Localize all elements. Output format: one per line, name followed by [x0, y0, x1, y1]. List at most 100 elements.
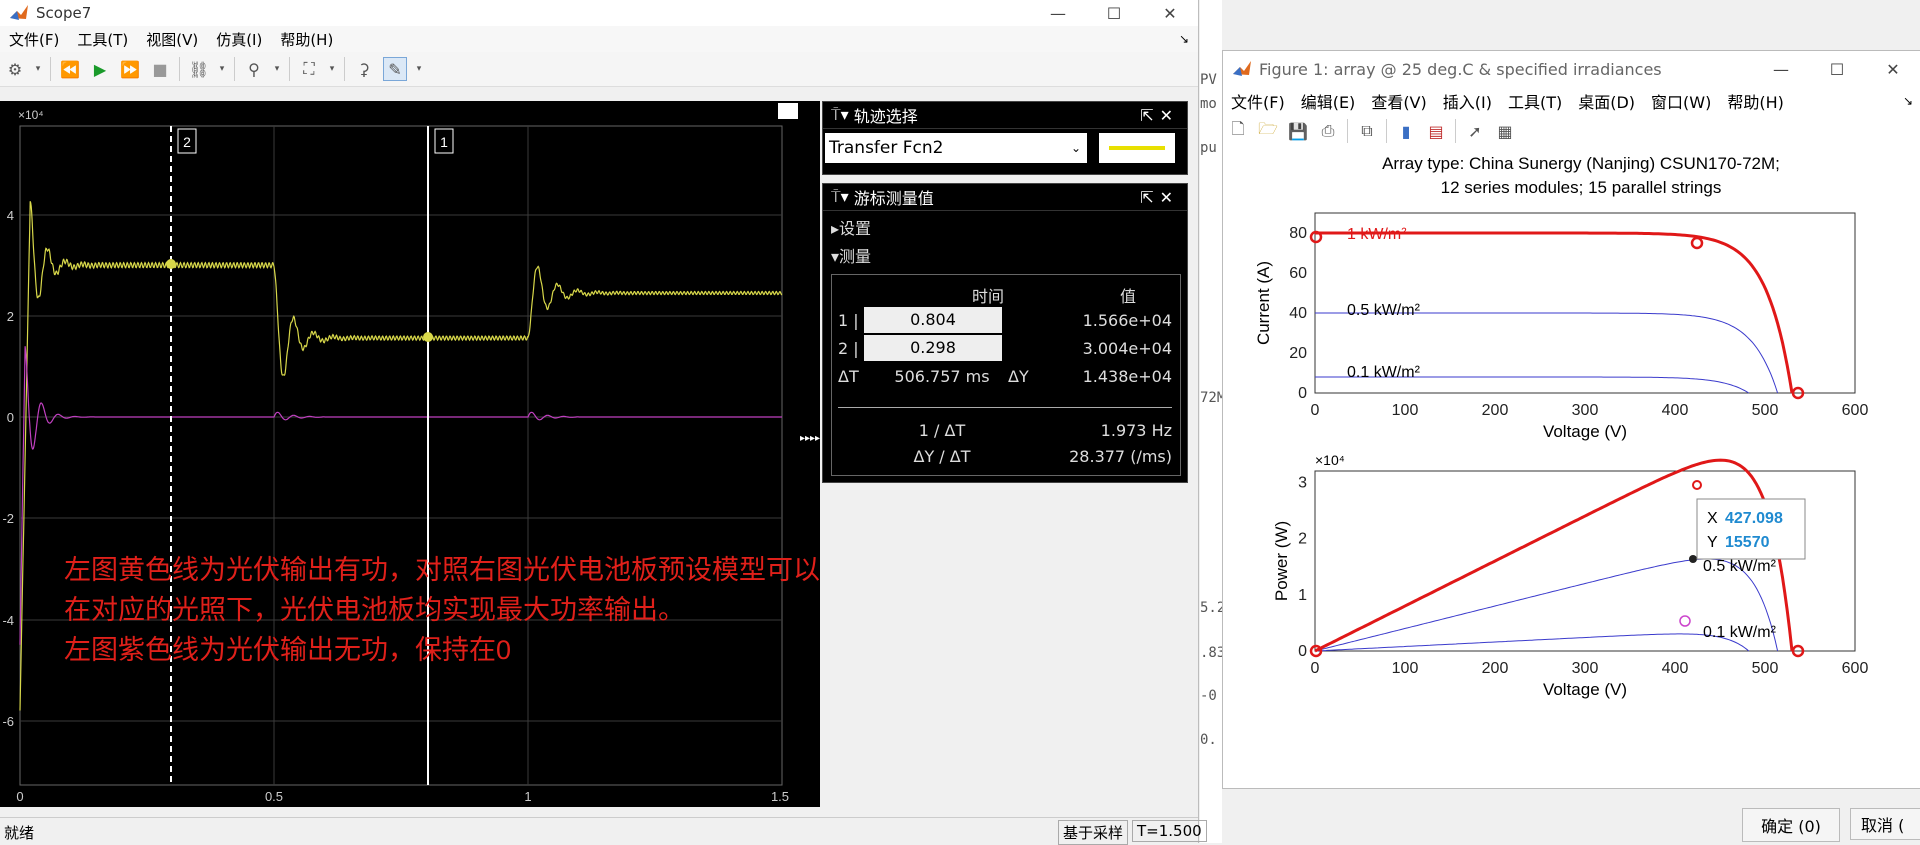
- iv-xlabel: Voltage (V): [1543, 422, 1627, 441]
- datatip-y-label: Y: [1707, 534, 1718, 551]
- colorbar-icon[interactable]: ▮: [1395, 120, 1417, 142]
- iv-y-tick: 80: [1289, 225, 1307, 242]
- toolbar-divider: [50, 57, 51, 81]
- toolbar-divider: [179, 57, 180, 81]
- measurement-icon[interactable]: ✎: [383, 57, 407, 81]
- cursor-2-time-field[interactable]: 0.298: [864, 335, 1002, 361]
- toolbar-divider: [1455, 119, 1456, 143]
- fig-menu-window[interactable]: 窗口(W): [1651, 89, 1711, 113]
- scope-axes: [19, 125, 783, 786]
- scope-plot[interactable]: 4 2 0 -2 -4 -6 ×10⁴ 0 0.5 1 1.5 2 1 左图黄色…: [0, 101, 901, 807]
- maximize-button[interactable]: ☐: [1086, 4, 1142, 23]
- settings-icon[interactable]: ⚙: [4, 58, 26, 80]
- chevron-down-icon[interactable]: ▾: [218, 58, 226, 80]
- minimize-button[interactable]: —: [1753, 60, 1809, 79]
- settings-label: 设置: [839, 219, 872, 238]
- cursor-1-value: 1.566e+04: [1082, 311, 1172, 330]
- highlight-icon[interactable]: ⛓: [188, 58, 210, 80]
- panel-controls-icon[interactable]: ⇱✕: [1140, 106, 1179, 125]
- trace-dropdown[interactable]: Transfer Fcn2 ⌄: [825, 133, 1087, 163]
- menu-view[interactable]: 视图(V): [146, 29, 198, 50]
- measure-label: 测量: [839, 247, 872, 266]
- status-text: 就绪: [4, 824, 35, 842]
- toolbar-divider: [289, 57, 290, 81]
- y-tick-label: 0: [7, 410, 14, 425]
- delta-y-value: 1.438e+04: [1082, 367, 1172, 386]
- settings-section[interactable]: ▸设置: [823, 211, 1187, 243]
- bg-text: 0.: [1200, 732, 1217, 748]
- menu-help[interactable]: 帮助(H): [280, 29, 333, 50]
- toolbar-divider: [1386, 119, 1387, 143]
- undock-icon[interactable]: ↘: [1903, 94, 1913, 108]
- panel-collapse-arrows[interactable]: ▸▸▸▸▸: [800, 433, 825, 444]
- x-tick-label: 0.5: [265, 789, 283, 804]
- fig-menu-view[interactable]: 查看(V): [1371, 89, 1426, 113]
- link-plot-icon[interactable]: ⧉: [1356, 120, 1378, 142]
- property-inspector-icon[interactable]: ▦: [1494, 120, 1516, 142]
- scope-titlebar: Scope7 — ☐ ✕: [0, 0, 1198, 26]
- fig-menu-help[interactable]: 帮助(H): [1727, 89, 1784, 113]
- legend-icon[interactable]: ▤: [1425, 120, 1447, 142]
- fig-menu-tools[interactable]: 工具(T): [1508, 89, 1562, 113]
- fig-menu-edit[interactable]: 编辑(E): [1301, 89, 1356, 113]
- iv-label-0.5: 0.5 kW/m²: [1347, 302, 1421, 319]
- open-icon[interactable]: 🗁: [1257, 119, 1279, 142]
- new-figure-icon[interactable]: 🗋: [1227, 119, 1249, 142]
- step-forward-icon[interactable]: ⏩: [119, 58, 141, 80]
- figure-titlebar: Figure 1: array @ 25 deg.C & specified i…: [1223, 51, 1920, 87]
- edit-plot-icon[interactable]: ➚: [1464, 120, 1486, 142]
- fig-menu-desktop[interactable]: 桌面(D): [1578, 89, 1635, 113]
- scope-plot-panel: 4 2 0 -2 -4 -6 ×10⁴ 0 0.5 1 1.5 2 1 左图黄色…: [0, 101, 901, 807]
- y-exponent-label: ×10⁴: [18, 108, 44, 122]
- cursor-pin-icon[interactable]: ⚳: [353, 58, 375, 80]
- step-back-icon[interactable]: ⏪: [59, 58, 81, 80]
- chevron-down-icon[interactable]: ▾: [328, 58, 336, 80]
- menu-file[interactable]: 文件(F): [9, 29, 59, 50]
- chevron-down-icon[interactable]: ▾: [34, 58, 42, 80]
- chevron-down-icon[interactable]: ⌄: [1071, 141, 1081, 155]
- pv-xlabel: Voltage (V): [1543, 680, 1627, 699]
- run-icon[interactable]: ▶: [89, 58, 111, 80]
- menu-tools[interactable]: 工具(T): [77, 29, 128, 50]
- value-header: 值: [1119, 287, 1136, 306]
- measure-section[interactable]: ▾测量: [823, 243, 1187, 267]
- undock-icon[interactable]: ↘: [1179, 32, 1189, 46]
- pin-icon[interactable]: ⍑▾: [831, 105, 854, 125]
- chevron-down-icon[interactable]: ▾: [415, 58, 423, 80]
- annotation-line: 左图紫色线为光伏输出无功，保持在0: [64, 635, 511, 665]
- cancel-button[interactable]: 取消 (: [1850, 808, 1920, 840]
- fig-menu-insert[interactable]: 插入(I): [1443, 89, 1492, 113]
- fig-menu-file[interactable]: 文件(F): [1231, 89, 1285, 113]
- panel-controls-icon[interactable]: ⇱✕: [1140, 188, 1179, 207]
- frequency-value: 1.973 Hz: [1100, 421, 1172, 440]
- delta-t-value: 506.757 ms: [894, 367, 990, 386]
- expand-legend-icon[interactable]: [778, 103, 798, 119]
- trace-selection-panel: ⍑▾ 轨迹选择 ⇱✕ Transfer Fcn2 ⌄: [822, 101, 1188, 175]
- cursor-2-value: 3.004e+04: [1082, 339, 1172, 358]
- pv-y-tick: 3: [1298, 474, 1307, 491]
- ok-button[interactable]: 确定 (0): [1742, 808, 1840, 842]
- trigger-icon[interactable]: ⚲: [243, 58, 265, 80]
- stop-icon[interactable]: ■: [149, 58, 171, 80]
- chevron-down-icon[interactable]: ▾: [273, 58, 281, 80]
- y-tick-label: -6: [2, 714, 14, 729]
- close-button[interactable]: ✕: [1865, 60, 1920, 79]
- status-bar: 就绪 基于采样 T=1.500: [0, 817, 1207, 845]
- figure-plots[interactable]: Array type: China Sunergy (Nanjing) CSUN…: [1223, 147, 1920, 788]
- iv-y-tick: 40: [1289, 305, 1307, 322]
- cursor-1-time-field[interactable]: 0.804: [864, 307, 1002, 333]
- menu-simulation[interactable]: 仿真(I): [216, 29, 262, 50]
- pv-y-tick: 2: [1298, 531, 1307, 548]
- pin-icon[interactable]: ⍑▾: [831, 187, 854, 207]
- measurement-table: 时间 值 1 | 0.804 1.566e+04 2 | 0.298 3.004…: [831, 274, 1181, 476]
- close-button[interactable]: ✕: [1142, 4, 1198, 23]
- minimize-button[interactable]: —: [1030, 4, 1086, 23]
- zoom-fit-icon[interactable]: ⛶: [298, 58, 320, 80]
- iv-x-tick: 100: [1392, 402, 1419, 419]
- save-icon[interactable]: 💾: [1287, 120, 1309, 142]
- print-icon[interactable]: ⎙: [1317, 120, 1339, 142]
- pv-x-tick: 100: [1392, 660, 1419, 677]
- sampling-mode-badge: 基于采样: [1058, 820, 1129, 845]
- maximize-button[interactable]: ☐: [1809, 60, 1865, 79]
- trace-color-swatch[interactable]: [1099, 133, 1175, 163]
